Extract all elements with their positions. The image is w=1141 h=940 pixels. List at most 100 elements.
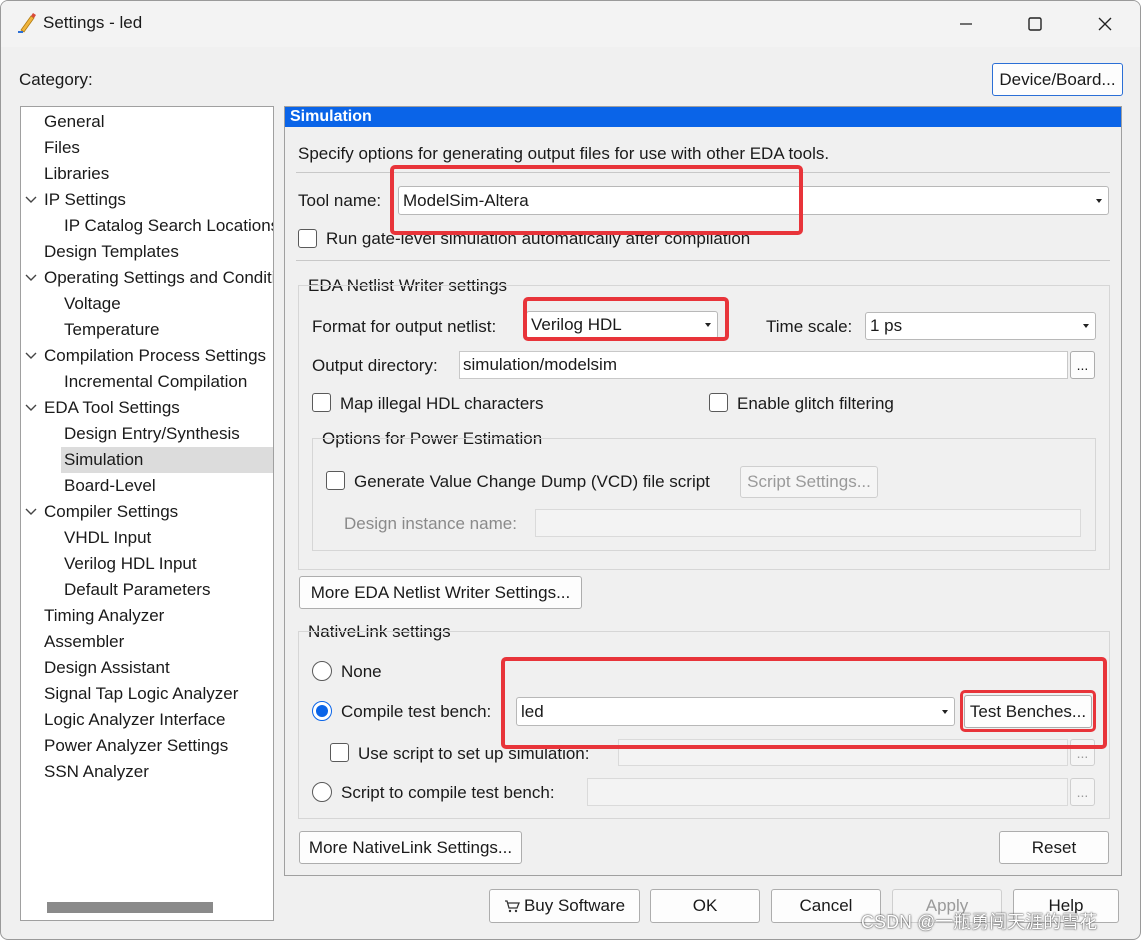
settings-window: Settings - led Category: Device/Board...… [0, 0, 1141, 940]
close-button[interactable] [1082, 7, 1128, 41]
tree-item[interactable]: Voltage [64, 291, 273, 317]
panel-header: Simulation [285, 107, 1121, 127]
tree-item-label: Design Assistant [44, 658, 170, 677]
output-directory-value: simulation/modelsim [463, 355, 617, 374]
script-settings-button[interactable]: Script Settings... [740, 466, 878, 498]
highlight-tool-name [390, 165, 803, 235]
more-nativelink-settings-button[interactable]: More NativeLink Settings... [299, 831, 522, 864]
tree-item[interactable]: Temperature [64, 317, 273, 343]
tree-item[interactable]: EDA Tool Settings [44, 395, 273, 421]
tree-item[interactable]: SSN Analyzer [44, 759, 273, 785]
tree-item-label: Design Entry/Synthesis [64, 424, 240, 443]
maximize-icon [1027, 16, 1043, 32]
chevron-down-icon[interactable] [24, 273, 38, 283]
compile-test-bench-radio[interactable] [312, 701, 332, 721]
tree-item-label: Design Templates [44, 242, 179, 261]
tree-item[interactable]: Default Parameters [64, 577, 273, 603]
compile-test-bench-label: Compile test bench: [341, 702, 492, 721]
tree-item[interactable]: Libraries [44, 161, 273, 187]
tree-item[interactable]: IP Settings [44, 187, 273, 213]
output-directory-input[interactable]: simulation/modelsim [459, 351, 1068, 379]
more-eda-netlist-settings-button[interactable]: More EDA Netlist Writer Settings... [299, 576, 582, 609]
category-label: Category: [19, 70, 93, 89]
tree-item-label: Libraries [44, 164, 110, 183]
tree-item-label: Compilation Process Settings [44, 346, 267, 365]
cart-icon [504, 899, 520, 913]
tree-item[interactable]: Timing Analyzer [44, 603, 273, 629]
reset-button[interactable]: Reset [999, 831, 1109, 864]
tree-item[interactable]: Compilation Process Settings [44, 343, 273, 369]
output-directory-label: Output directory: [312, 356, 438, 375]
tree-item[interactable]: Design Assistant [44, 655, 273, 681]
tree-item[interactable]: Simulation [61, 447, 273, 473]
tree-item[interactable]: Design Entry/Synthesis [64, 421, 273, 447]
panel-description: Specify options for generating output fi… [298, 144, 830, 163]
tree-item[interactable]: Assembler [44, 629, 273, 655]
tree-item-label: Logic Analyzer Interface [44, 710, 226, 729]
script-compile-browse-button[interactable]: ... [1070, 778, 1095, 806]
ok-button[interactable]: OK [650, 889, 760, 923]
tree-item-label: Simulation [64, 450, 144, 469]
window-title: Settings - led [43, 13, 143, 32]
script-compile-label: Script to compile test bench: [341, 783, 555, 802]
map-illegal-hdl-checkbox[interactable] [312, 393, 331, 412]
chevron-down-icon [1083, 324, 1089, 328]
tree-item[interactable]: IP Catalog Search Locations [64, 213, 274, 239]
tree-item[interactable]: Verilog HDL Input [64, 551, 273, 577]
tree-item[interactable]: VHDL Input [64, 525, 273, 551]
watermark: CSDN @一瓶勇闯天涯的雪花 [861, 912, 1098, 932]
tree-item[interactable]: Operating Settings and Conditions [44, 265, 273, 291]
category-tree[interactable]: General Files Libraries IP Settings IP Catal… [20, 106, 274, 921]
time-scale-combo[interactable]: 1 ps [865, 312, 1096, 340]
map-illegal-hdl-label: Map illegal HDL characters [340, 394, 544, 413]
tree-item[interactable]: Files [44, 135, 273, 161]
tree-horizontal-scrollbar[interactable] [47, 902, 213, 913]
chevron-down-icon[interactable] [24, 403, 38, 413]
highlight-format-output [523, 297, 729, 341]
maximize-button[interactable] [1012, 7, 1058, 41]
separator [296, 260, 1110, 261]
chevron-down-icon[interactable] [24, 195, 38, 205]
tree-item-label: Power Analyzer Settings [44, 736, 229, 755]
output-directory-browse-button[interactable]: ... [1070, 351, 1095, 379]
format-output-label: Format for output netlist: [312, 317, 497, 336]
tree-item[interactable]: Signal Tap Logic Analyzer [44, 681, 273, 707]
tree-item[interactable]: Incremental Compilation [64, 369, 273, 395]
chevron-down-icon[interactable] [24, 351, 38, 361]
buy-software-button[interactable]: Buy Software [489, 889, 640, 923]
design-instance-input[interactable] [535, 509, 1081, 537]
vcd-script-checkbox[interactable] [326, 471, 345, 490]
run-gate-level-checkbox[interactable] [298, 229, 317, 248]
minimize-button[interactable] [943, 7, 989, 41]
time-scale-value: 1 ps [870, 316, 903, 335]
glitch-filtering-checkbox[interactable] [709, 393, 728, 412]
tree-item[interactable]: General [44, 109, 273, 135]
chevron-down-icon[interactable] [24, 507, 38, 517]
tree-item[interactable]: Logic Analyzer Interface [44, 707, 273, 733]
tree-item-label: SSN Analyzer [44, 762, 149, 781]
tree-item[interactable]: Power Analyzer Settings [44, 733, 273, 759]
none-radio-label: None [341, 662, 382, 681]
use-script-checkbox[interactable] [330, 743, 349, 762]
tree-item-label: Files [44, 138, 80, 157]
tree-item-label: EDA Tool Settings [44, 398, 180, 417]
time-scale-label: Time scale: [766, 317, 853, 336]
design-instance-label: Design instance name: [344, 514, 517, 533]
none-radio[interactable] [312, 661, 332, 681]
tree-item-label: General [44, 112, 105, 131]
glitch-filtering-label: Enable glitch filtering [737, 394, 894, 413]
tree-item-label: Assembler [44, 632, 125, 651]
script-compile-input[interactable] [587, 778, 1068, 806]
tree-item[interactable]: Board-Level [64, 473, 273, 499]
tree-item[interactable]: Design Templates [44, 239, 273, 265]
script-compile-radio[interactable] [312, 782, 332, 802]
tree-item-label: IP Catalog Search Locations [64, 216, 274, 235]
tree-item-label: Board-Level [64, 476, 156, 495]
title-bar: Settings - led [1, 1, 1140, 47]
vcd-script-label: Generate Value Change Dump (VCD) file sc… [354, 472, 710, 491]
tree-item-label: Voltage [64, 294, 121, 313]
tree-item-label: Timing Analyzer [44, 606, 165, 625]
device-board-button[interactable]: Device/Board... [992, 63, 1123, 96]
tree-item[interactable]: Compiler Settings [44, 499, 273, 525]
settings-app-icon [17, 12, 37, 39]
